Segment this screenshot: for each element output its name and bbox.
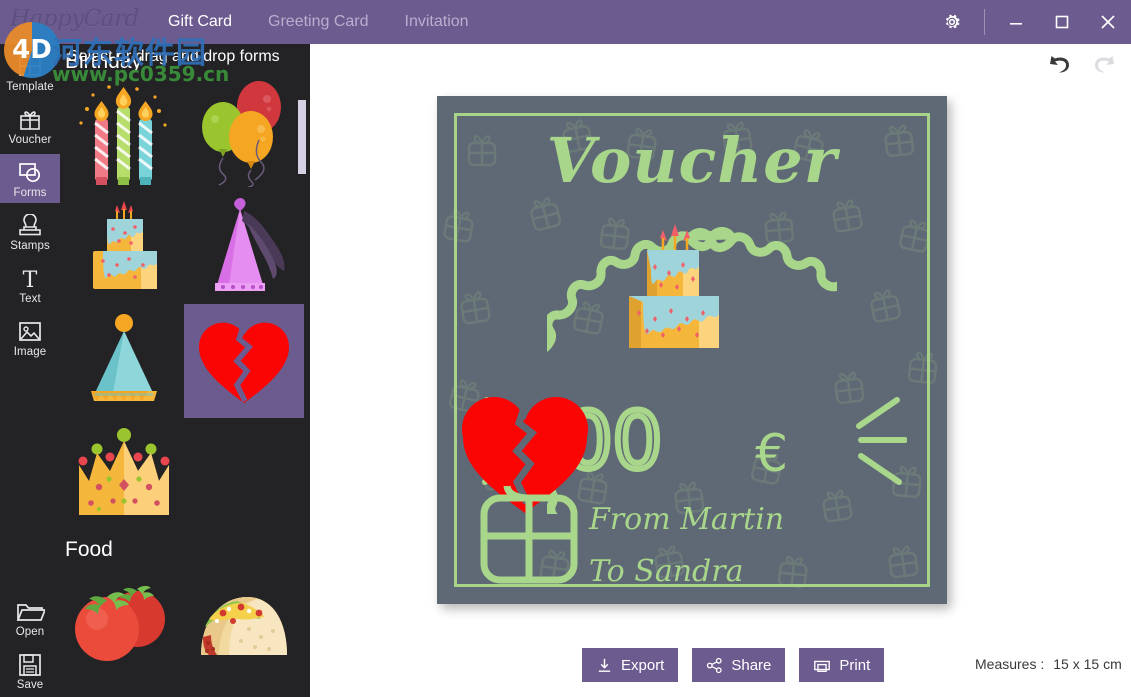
- svg-text:T: T: [23, 268, 38, 291]
- sidebar-item-label: Open: [15, 625, 45, 638]
- form-item-party-hat-teal[interactable]: [64, 304, 184, 418]
- print-button[interactable]: Print: [799, 648, 885, 682]
- redo-icon: [1091, 56, 1117, 80]
- forms-panel: Select or drag and drop forms Birthday F…: [60, 44, 310, 697]
- minimize-button[interactable]: [993, 0, 1039, 44]
- scrollbar-thumb[interactable]: [298, 100, 306, 174]
- sidebar-item-stamps[interactable]: Stamps: [0, 207, 60, 256]
- form-item-taco[interactable]: [184, 564, 304, 678]
- close-button[interactable]: [1085, 0, 1131, 44]
- app-logo: HappyCard: [10, 6, 139, 32]
- forms-panel-scrollbar[interactable]: [298, 100, 306, 697]
- form-item-party-hat-pink[interactable]: [184, 190, 304, 304]
- undo-button[interactable]: [1047, 52, 1073, 81]
- title-bar: HappyCard Gift Card Greeting Card Invita…: [0, 0, 1131, 44]
- sidebar-item-label: Template: [6, 80, 54, 93]
- sidebar-item-label: Stamps: [10, 239, 50, 252]
- sidebar-item-text[interactable]: T Text: [0, 260, 60, 309]
- sidebar-bottom-group: Open Save: [0, 589, 60, 695]
- print-button-label: Print: [839, 656, 871, 674]
- action-bar: Export Share Print: [582, 648, 898, 682]
- card-from-line: From Martin: [589, 502, 785, 537]
- canvas-area: Voucher € 00 From Martin To Sandra Expor…: [310, 44, 1131, 697]
- printer-icon: [813, 657, 831, 674]
- undo-icon: [1047, 56, 1073, 80]
- form-item-broken-heart[interactable]: [184, 304, 304, 418]
- tab-invitation[interactable]: Invitation: [387, 0, 487, 44]
- sidebar-item-label: Forms: [13, 186, 47, 199]
- form-item-birthday-cake[interactable]: [64, 190, 184, 304]
- forms-grid-food: [60, 564, 310, 678]
- share-icon: [706, 657, 723, 674]
- tab-gift-card[interactable]: Gift Card: [150, 0, 250, 44]
- sidebar-item-label: Voucher: [8, 133, 52, 146]
- text-icon: T: [17, 265, 43, 291]
- close-icon: [1099, 13, 1117, 31]
- measures-info: Measures : 15 x 15 cm: [975, 656, 1122, 672]
- settings-button[interactable]: [928, 0, 976, 44]
- tab-greeting-card[interactable]: Greeting Card: [250, 0, 387, 44]
- redo-button: [1091, 52, 1117, 81]
- form-item-crown[interactable]: [64, 418, 184, 532]
- card-title[interactable]: Voucher: [437, 124, 947, 197]
- card-recipient-text[interactable]: From Martin To Sandra: [589, 494, 784, 598]
- voucher-card[interactable]: Voucher € 00 From Martin To Sandra: [437, 96, 947, 604]
- gift-box-outline-decor[interactable]: [479, 486, 579, 584]
- form-item-balloons[interactable]: [184, 76, 304, 190]
- sidebar-item-image[interactable]: Image: [0, 313, 60, 362]
- sidebar-item-open[interactable]: Open: [0, 593, 60, 642]
- template-icon: [17, 53, 43, 79]
- window-controls: [928, 0, 1131, 44]
- form-item-birthday-candles[interactable]: [64, 76, 184, 190]
- sidebar-item-save[interactable]: Save: [0, 646, 60, 695]
- app-window: HappyCard Gift Card Greeting Card Invita…: [0, 0, 1131, 697]
- sidebar-item-forms[interactable]: Forms: [0, 154, 60, 203]
- share-button-label: Share: [731, 656, 772, 674]
- export-button-label: Export: [621, 656, 665, 674]
- birthday-cake-decor[interactable]: [605, 222, 745, 382]
- sidebar-rail: Template Voucher Forms Stamps T Text Ima…: [0, 44, 60, 697]
- share-button[interactable]: Share: [692, 648, 786, 682]
- folder-icon: [15, 598, 45, 624]
- gear-icon: [941, 11, 963, 33]
- download-icon: [596, 657, 613, 674]
- minimize-icon: [1008, 14, 1024, 30]
- sidebar-item-label: Image: [13, 345, 47, 358]
- gift-icon: [17, 106, 43, 132]
- titlebar-divider: [984, 9, 985, 35]
- measures-value: 15 x 15 cm: [1053, 656, 1122, 672]
- image-icon: [17, 318, 43, 344]
- shapes-icon: [16, 159, 44, 185]
- measures-label: Measures :: [975, 656, 1045, 672]
- section-title-food: Food: [65, 538, 113, 561]
- maximize-icon: [1054, 14, 1070, 30]
- export-button[interactable]: Export: [582, 648, 679, 682]
- form-item-tomatoes[interactable]: [64, 564, 184, 678]
- card-preview[interactable]: Voucher € 00 From Martin To Sandra: [437, 96, 947, 604]
- forms-panel-header: Select or drag and drop forms: [68, 48, 280, 65]
- sidebar-item-label: Save: [16, 678, 44, 691]
- main-tabs: Gift Card Greeting Card Invitation: [150, 0, 487, 44]
- sidebar-item-label: Text: [19, 292, 41, 305]
- stamp-icon: [16, 212, 44, 238]
- sidebar-item-voucher[interactable]: Voucher: [0, 101, 60, 150]
- maximize-button[interactable]: [1039, 0, 1085, 44]
- floppy-disk-icon: [17, 651, 43, 677]
- card-to-line: To Sandra: [589, 554, 744, 589]
- sidebar-item-template[interactable]: Template: [0, 48, 60, 97]
- forms-grid-birthday: [60, 76, 310, 532]
